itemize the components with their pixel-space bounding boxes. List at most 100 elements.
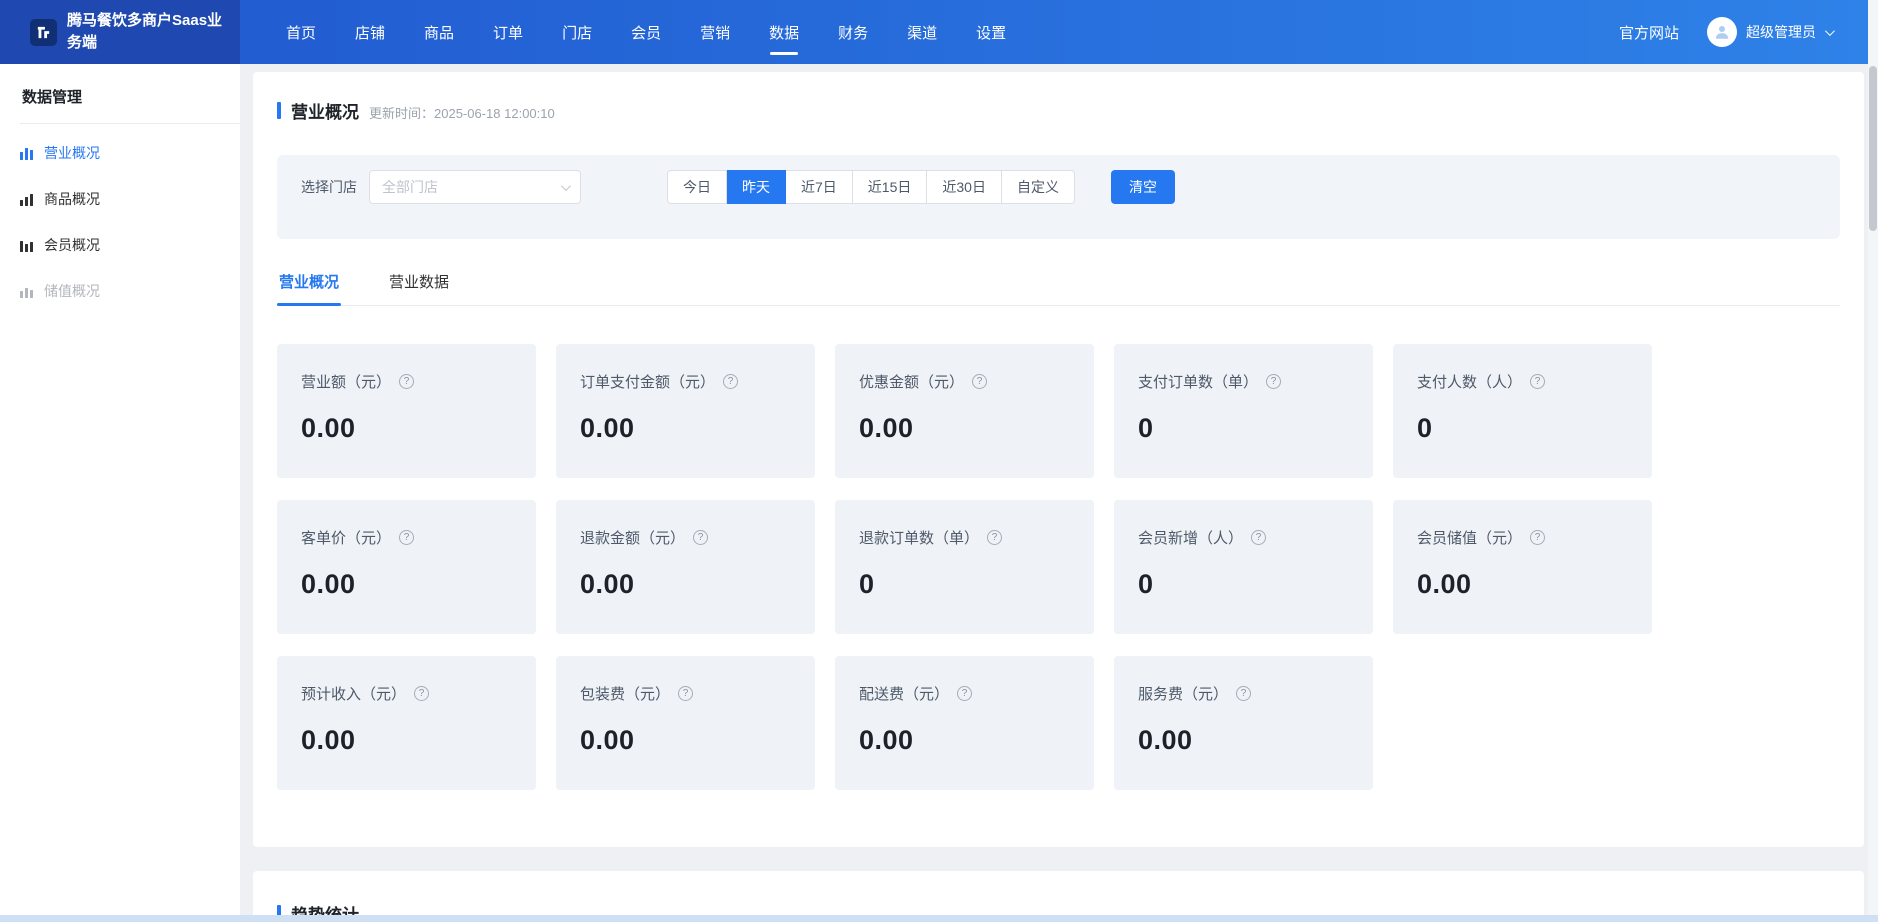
stat-card-expected-income: 预计收入（元）? 0.00 <box>277 656 536 790</box>
user-avatar-icon <box>1707 17 1737 47</box>
stat-card-discount-amount: 优惠金额（元）? 0.00 <box>835 344 1094 478</box>
stat-value: 0.00 <box>859 413 1070 444</box>
nav-item-home[interactable]: 首页 <box>286 0 316 64</box>
nav-item-orders[interactable]: 订单 <box>493 0 523 64</box>
range-7days-button[interactable]: 近7日 <box>786 170 853 204</box>
stat-label: 支付订单数（单） <box>1138 371 1258 392</box>
stat-value: 0.00 <box>301 725 512 756</box>
stat-label: 包装费（元） <box>580 683 670 704</box>
nav-item-finance[interactable]: 财务 <box>838 0 868 64</box>
sidebar-item-goods-overview[interactable]: 商品概况 <box>20 176 240 222</box>
help-icon[interactable]: ? <box>1236 686 1251 701</box>
stat-label: 会员储值（元） <box>1417 527 1522 548</box>
store-select-placeholder: 全部门店 <box>382 177 438 197</box>
help-icon[interactable]: ? <box>399 374 414 389</box>
brand-title: 腾马餐饮多商户Saas业务端 <box>67 10 230 55</box>
stat-label: 优惠金额（元） <box>859 371 964 392</box>
stat-label: 会员新增（人） <box>1138 527 1243 548</box>
nav-item-goods[interactable]: 商品 <box>424 0 454 64</box>
range-yesterday-button[interactable]: 昨天 <box>727 170 786 204</box>
nav-item-members[interactable]: 会员 <box>631 0 661 64</box>
nav-item-data[interactable]: 数据 <box>769 0 799 64</box>
update-time-label: 更新时间： <box>369 106 434 121</box>
tab-business-data[interactable]: 营业数据 <box>387 267 451 305</box>
user-name: 超级管理员 <box>1746 22 1816 42</box>
sidebar-item-business-overview[interactable]: 营业概况 <box>20 130 240 176</box>
help-icon[interactable]: ? <box>972 374 987 389</box>
topbar-right: 官方网站 超级管理员 <box>1619 17 1878 47</box>
user-menu[interactable]: 超级管理员 <box>1707 17 1832 47</box>
stat-card-new-members: 会员新增（人）? 0 <box>1114 500 1373 634</box>
official-site-link[interactable]: 官方网站 <box>1619 22 1679 43</box>
sidebar-item-label: 会员概况 <box>44 235 100 255</box>
help-icon[interactable]: ? <box>1530 530 1545 545</box>
sidebar-item-label: 储值概况 <box>44 281 100 301</box>
store-select[interactable]: 全部门店 <box>369 170 581 204</box>
sidebar-item-label: 营业概况 <box>44 143 100 163</box>
update-time-value: 2025-06-18 12:00:10 <box>434 106 555 121</box>
help-icon[interactable]: ? <box>1530 374 1545 389</box>
help-icon[interactable]: ? <box>399 530 414 545</box>
help-icon[interactable]: ? <box>1251 530 1266 545</box>
overview-tabs: 营业概况 营业数据 <box>277 267 1840 306</box>
stats-grid: 营业额（元）? 0.00 订单支付金额（元）? 0.00 优惠金额（元）? 0.… <box>277 344 1840 790</box>
section-header: 营业概况 更新时间：2025-06-18 12:00:10 <box>277 98 1840 123</box>
filter-bar: 选择门店 全部门店 今日 昨天 近7日 近15日 近30日 自定义 清空 <box>277 155 1840 239</box>
help-icon[interactable]: ? <box>987 530 1002 545</box>
topbar: 腾马餐饮多商户Saas业务端 首页 店铺 商品 订单 门店 会员 营销 数据 财… <box>0 0 1878 64</box>
bar-chart-icon <box>20 192 34 206</box>
stat-card-member-stored-value: 会员储值（元）? 0.00 <box>1393 500 1652 634</box>
range-15days-button[interactable]: 近15日 <box>853 170 928 204</box>
stat-label: 预计收入（元） <box>301 683 406 704</box>
vertical-scrollbar[interactable] <box>1868 0 1878 915</box>
update-time: 更新时间：2025-06-18 12:00:10 <box>369 103 555 122</box>
store-select-label: 选择门店 <box>301 177 357 197</box>
nav-item-stores[interactable]: 门店 <box>562 0 592 64</box>
help-icon[interactable]: ? <box>678 686 693 701</box>
stat-value: 0 <box>859 569 1070 600</box>
range-30days-button[interactable]: 近30日 <box>927 170 1002 204</box>
horizontal-scrollbar[interactable] <box>0 915 1878 922</box>
help-icon[interactable]: ? <box>957 686 972 701</box>
nav-item-shop[interactable]: 店铺 <box>355 0 385 64</box>
section-accent-bar <box>277 102 281 119</box>
nav-item-channel[interactable]: 渠道 <box>907 0 937 64</box>
stat-value: 0.00 <box>580 413 791 444</box>
stat-value: 0.00 <box>580 725 791 756</box>
top-navigation: 首页 店铺 商品 订单 门店 会员 营销 数据 财务 渠道 设置 <box>286 0 1006 64</box>
help-icon[interactable]: ? <box>414 686 429 701</box>
nav-item-marketing[interactable]: 营销 <box>700 0 730 64</box>
sidebar-item-member-overview[interactable]: 会员概况 <box>20 222 240 268</box>
stat-card-avg-order-value: 客单价（元）? 0.00 <box>277 500 536 634</box>
help-icon[interactable]: ? <box>1266 374 1281 389</box>
tab-business-overview[interactable]: 营业概况 <box>277 267 341 305</box>
stat-value: 0.00 <box>1138 725 1349 756</box>
stat-label: 支付人数（人） <box>1417 371 1522 392</box>
stat-label: 客单价（元） <box>301 527 391 548</box>
stat-label: 配送费（元） <box>859 683 949 704</box>
help-icon[interactable]: ? <box>723 374 738 389</box>
help-icon[interactable]: ? <box>693 530 708 545</box>
stat-value: 0.00 <box>301 413 512 444</box>
stat-value: 0 <box>1138 569 1349 600</box>
sidebar-item-label: 商品概况 <box>44 189 100 209</box>
stat-label: 退款订单数（单） <box>859 527 979 548</box>
range-today-button[interactable]: 今日 <box>667 170 727 204</box>
main-content: 营业概况 更新时间：2025-06-18 12:00:10 选择门店 全部门店 … <box>240 64 1864 922</box>
logo: 腾马餐饮多商户Saas业务端 <box>0 0 240 64</box>
sidebar-item-stored-value-overview[interactable]: 储值概况 <box>20 268 240 314</box>
date-range-group: 今日 昨天 近7日 近15日 近30日 自定义 <box>667 170 1075 204</box>
stat-value: 0.00 <box>859 725 1070 756</box>
sidebar: 数据管理 营业概况 商品概况 会员概况 储值概况 <box>0 64 240 915</box>
stat-card-paying-users: 支付人数（人）? 0 <box>1393 344 1652 478</box>
clear-button[interactable]: 清空 <box>1111 170 1175 204</box>
brand-logo-icon <box>30 19 57 46</box>
vertical-scrollbar-thumb[interactable] <box>1869 66 1877 231</box>
range-custom-button[interactable]: 自定义 <box>1002 170 1075 204</box>
bar-chart-icon <box>20 238 34 252</box>
stat-value: 0.00 <box>1417 569 1628 600</box>
page-title: 营业概况 <box>291 98 359 123</box>
stat-card-refund-amount: 退款金额（元）? 0.00 <box>556 500 815 634</box>
business-overview-panel: 营业概况 更新时间：2025-06-18 12:00:10 选择门店 全部门店 … <box>253 72 1864 847</box>
nav-item-settings[interactable]: 设置 <box>976 0 1006 64</box>
